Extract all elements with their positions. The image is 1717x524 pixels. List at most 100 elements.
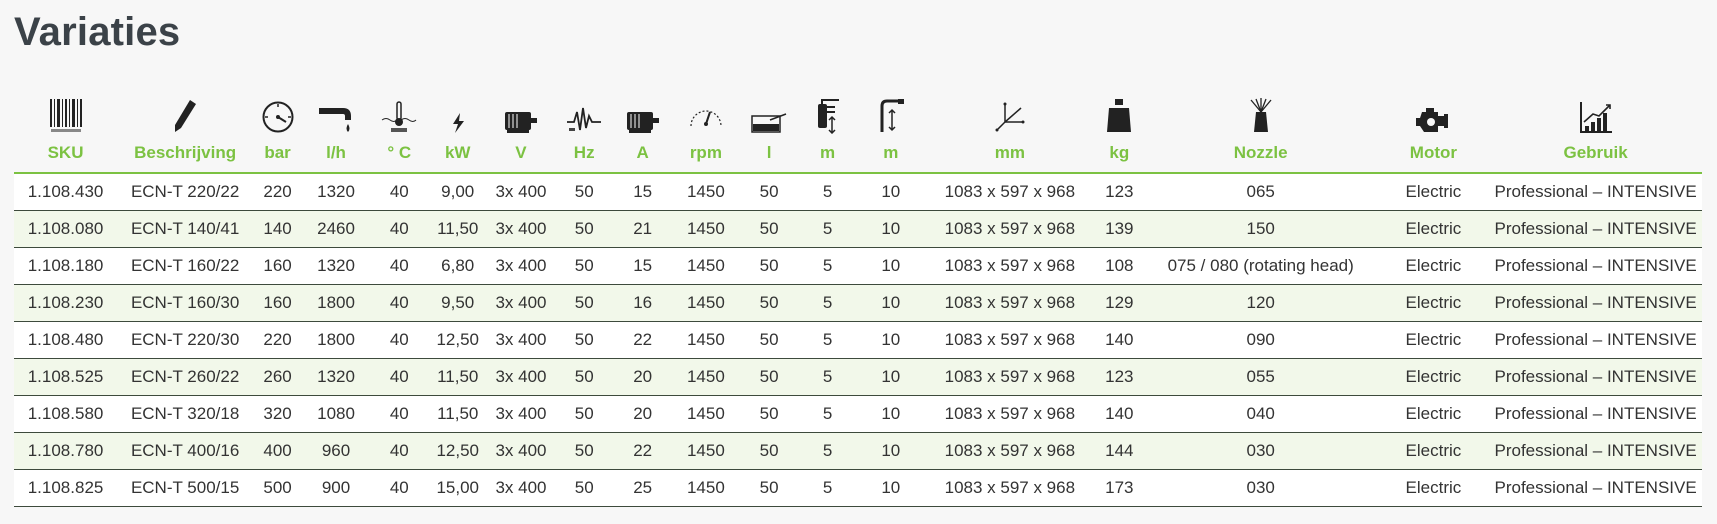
frequency-wave-icon [567, 107, 602, 131]
cell-frequency: 50 [554, 395, 614, 433]
cell-nozzle: 090 [1143, 321, 1378, 359]
table-row: 1.108.080 ECN-T 140/41 140 2460 40 11,50 3x 40… [14, 210, 1702, 248]
cell-sku: 1.108.780 [14, 432, 118, 470]
cell-pressure: 320 [253, 395, 303, 433]
cell-cable: 5 [798, 395, 857, 433]
col-cable: m [798, 96, 857, 174]
col-pressure: bar [253, 96, 303, 174]
cell-motor: Electric [1377, 321, 1490, 359]
cell-hose: 10 [856, 358, 925, 396]
cell-nozzle: 030 [1143, 432, 1378, 470]
cell-dimensions: 1083 x 597 x 968 [924, 247, 1095, 285]
table-row: 1.108.580 ECN-T 320/18 320 1080 40 11,50 3x 40… [14, 395, 1702, 433]
cell-frequency: 50 [554, 284, 614, 322]
cell-current: 15 [613, 173, 672, 211]
cell-sku: 1.108.230 [14, 284, 118, 322]
cell-dimensions: 1083 x 597 x 968 [924, 210, 1095, 248]
cell-frequency: 50 [554, 358, 614, 396]
cell-frequency: 50 [554, 210, 614, 248]
cell-usage: Professional – INTENSIVE [1489, 432, 1702, 470]
nozzle-spray-icon [1250, 98, 1272, 132]
table-row: 1.108.430 ECN-T 220/22 220 1320 40 9,00 3x 400… [14, 173, 1702, 211]
cell-weight: 140 [1094, 321, 1144, 359]
cell-hose: 10 [856, 284, 925, 322]
cell-nozzle: 075 / 080 (rotating head) [1143, 247, 1378, 285]
cell-voltage: 3x 400 [486, 469, 555, 507]
cell-cable: 5 [798, 284, 857, 322]
cell-pressure: 220 [253, 321, 303, 359]
cell-current: 22 [613, 321, 672, 359]
cell-current: 22 [613, 432, 672, 470]
cell-sku: 1.108.525 [14, 358, 118, 396]
power-spark-icon [452, 113, 464, 133]
cell-voltage: 3x 400 [486, 395, 555, 433]
cell-voltage: 3x 400 [486, 321, 555, 359]
col-description: Beschrijving [117, 96, 254, 174]
cell-sku: 1.108.580 [14, 395, 118, 433]
thermometer-input-icon [381, 101, 417, 132]
cell-sku: 1.108.480 [14, 321, 118, 359]
cell-tank: 50 [739, 173, 799, 211]
usage-chart-icon [1579, 102, 1612, 133]
cell-usage: Professional – INTENSIVE [1489, 321, 1702, 359]
cell-pressure: 400 [253, 432, 303, 470]
cell-description: ECN-T 260/22 [117, 358, 254, 396]
cell-flow: 1320 [302, 247, 371, 285]
cell-nozzle: 055 [1143, 358, 1378, 396]
cell-nozzle: 065 [1143, 173, 1378, 211]
cell-motor: Electric [1377, 210, 1490, 248]
col-nozzle: Nozzle [1143, 96, 1378, 174]
col-frequency: Hz [554, 96, 614, 174]
cell-cable: 5 [798, 247, 857, 285]
cell-power: 11,50 [428, 395, 487, 433]
cell-description: ECN-T 160/22 [117, 247, 254, 285]
cell-weight: 108 [1094, 247, 1144, 285]
col-dimensions: mm [924, 96, 1095, 174]
cell-pressure: 160 [253, 284, 303, 322]
col-weight: kg [1094, 96, 1144, 174]
cell-nozzle: 120 [1143, 284, 1378, 322]
cell-dimensions: 1083 x 597 x 968 [924, 395, 1095, 433]
cell-voltage: 3x 400 [486, 432, 555, 470]
water-tap-icon [319, 108, 352, 132]
cell-cable: 5 [798, 358, 857, 396]
cell-speed: 1450 [671, 358, 740, 396]
cell-tank: 50 [739, 247, 799, 285]
cell-cable: 5 [798, 321, 857, 359]
cell-speed: 1450 [671, 321, 740, 359]
cell-weight: 123 [1094, 358, 1144, 396]
cell-dimensions: 1083 x 597 x 968 [924, 321, 1095, 359]
cell-usage: Professional – INTENSIVE [1489, 469, 1702, 507]
cell-dimensions: 1083 x 597 x 968 [924, 358, 1095, 396]
cell-temperature: 40 [370, 395, 429, 433]
cell-power: 6,80 [428, 247, 487, 285]
cell-weight: 144 [1094, 432, 1144, 470]
cell-temperature: 40 [370, 469, 429, 507]
cell-tank: 50 [739, 358, 799, 396]
cell-current: 21 [613, 210, 672, 248]
page-title: Variaties [14, 10, 181, 54]
cell-hose: 10 [856, 469, 925, 507]
cell-speed: 1450 [671, 432, 740, 470]
cell-temperature: 40 [370, 210, 429, 248]
cell-usage: Professional – INTENSIVE [1489, 247, 1702, 285]
cell-tank: 50 [739, 395, 799, 433]
cell-dimensions: 1083 x 597 x 968 [924, 284, 1095, 322]
power-plug-icon [817, 99, 839, 134]
hose-icon [880, 99, 904, 132]
cell-flow: 1080 [302, 395, 371, 433]
cell-current: 16 [613, 284, 672, 322]
col-speed: rpm [671, 96, 740, 174]
cell-sku: 1.108.825 [14, 469, 118, 507]
cell-hose: 10 [856, 321, 925, 359]
cell-tank: 50 [739, 469, 799, 507]
cell-description: ECN-T 400/16 [117, 432, 254, 470]
cell-nozzle: 040 [1143, 395, 1378, 433]
cell-sku: 1.108.080 [14, 210, 118, 248]
cell-weight: 129 [1094, 284, 1144, 322]
cell-flow: 1800 [302, 321, 371, 359]
cell-power: 12,50 [428, 432, 487, 470]
cell-dimensions: 1083 x 597 x 968 [924, 173, 1095, 211]
cell-frequency: 50 [554, 469, 614, 507]
cell-usage: Professional – INTENSIVE [1489, 173, 1702, 211]
